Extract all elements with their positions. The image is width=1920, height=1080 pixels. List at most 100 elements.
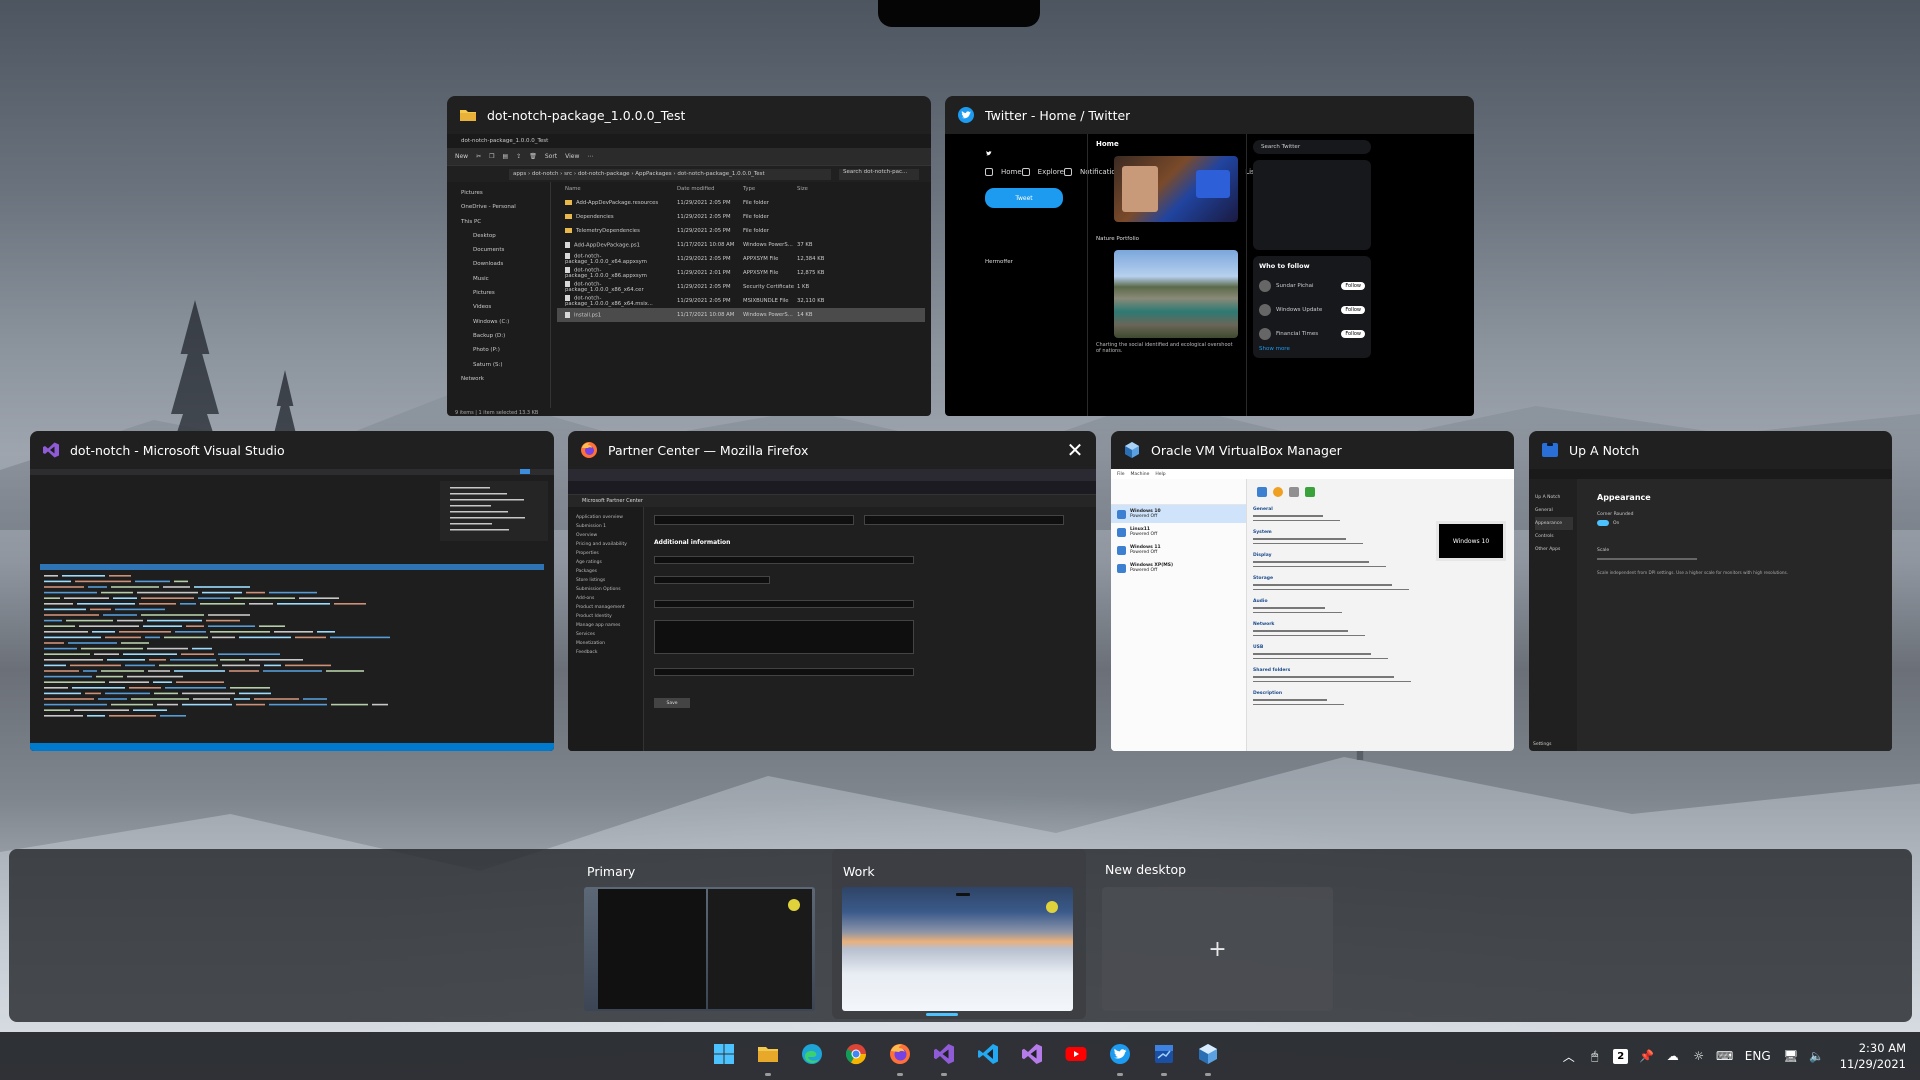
file-name: Dependencies [565, 214, 677, 220]
share-icon: ⇪ [516, 153, 522, 160]
up-a-notch-nav-item: Other Apps [1535, 547, 1561, 552]
close-window-button[interactable]: ✕ [1062, 437, 1088, 463]
window-visual-studio[interactable]: dot-notch - Microsoft Visual Studio [30, 431, 554, 751]
window-header[interactable]: dot-notch-package_1.0.0.0_Test [447, 96, 931, 134]
notification-badge-icon[interactable]: 2 [1608, 1043, 1634, 1069]
section-title: Audio [1253, 599, 1268, 604]
running-indicator [765, 1073, 771, 1076]
visual-studio-preview-taskbar-button[interactable] [1010, 1034, 1054, 1078]
column-header: Date modified [677, 186, 715, 192]
window-twitter[interactable]: Twitter - Home / Twitter Home Explore Noti… [945, 96, 1474, 416]
window-header[interactable]: Up A Notch [1529, 431, 1892, 469]
mouse-icon[interactable]: 🖱 [1582, 1043, 1608, 1069]
section-line [1253, 634, 1365, 636]
up-a-notch-icon [1541, 441, 1559, 459]
clock[interactable]: 2:30 AM 11/29/2021 [1840, 1040, 1906, 1072]
chevron-up-icon[interactable]: ︿ [1556, 1043, 1582, 1069]
youtube-taskbar-button[interactable] [1054, 1034, 1098, 1078]
window-preview: dot-notch-package_1.0.0.0_Test New ✂ ❐ ▤… [447, 134, 931, 416]
pin-icon[interactable]: 📌 [1634, 1043, 1660, 1069]
windows-start-taskbar-button[interactable] [702, 1034, 746, 1078]
file-size: 12,384 KB [797, 256, 825, 262]
section-line [1253, 538, 1346, 540]
vscode-icon [976, 1042, 1000, 1070]
desktop-work[interactable]: Work [832, 849, 1086, 1019]
virtualbox-icon [1123, 441, 1141, 459]
visual-studio-preview-icon [1020, 1042, 1044, 1070]
new-desktop[interactable]: New desktop + [1101, 849, 1335, 1019]
language-indicator[interactable]: ENG [1738, 1043, 1778, 1069]
window-header[interactable]: dot-notch - Microsoft Visual Studio [30, 431, 554, 469]
paste-icon: ▤ [502, 153, 509, 160]
virtualbox-taskbar-button[interactable] [1186, 1034, 1230, 1078]
folder-icon [459, 106, 477, 124]
firefox-taskbar-button[interactable] [878, 1034, 922, 1078]
tab-title: dot-notch-package_1.0.0.0_Test [461, 138, 549, 144]
twitter-search: Search Twitter [1253, 140, 1371, 154]
up-a-notch-content: Appearance Corner Rounded On Scale Scale… [1577, 479, 1892, 751]
window-header[interactable]: Oracle VM VirtualBox Manager [1111, 431, 1514, 469]
chrome-taskbar-button[interactable] [834, 1034, 878, 1078]
nav-item: Windows (C:) [473, 318, 510, 325]
section-line [1253, 699, 1327, 701]
section-lines [1253, 561, 1433, 567]
running-indicator [897, 1073, 903, 1076]
partner-nav-item: Packages [576, 569, 597, 574]
partner-nav-item: Monetization [576, 641, 606, 646]
file-name-text: dot-notch-package_1.0.0.0_x64.appxsym [565, 253, 647, 266]
window-virtualbox[interactable]: Oracle VM VirtualBox Manager File Machine… [1111, 431, 1514, 751]
app-installer-taskbar-button[interactable] [1142, 1034, 1186, 1078]
partner-center-header: Microsoft Partner Center [568, 495, 1096, 507]
network-icon[interactable]: 🖥 [1778, 1043, 1804, 1069]
file-row: dot-notch-package_1.0.0.0_x86.appxsym 11/… [557, 266, 925, 280]
section-line [1253, 630, 1348, 632]
twitter-feed: Home Nature Portfolio Charting the socia… [1087, 134, 1247, 416]
partner-nav-item: Manage app names [576, 623, 621, 628]
visual-studio-icon [932, 1042, 956, 1070]
follow-button: Follow [1341, 282, 1365, 290]
twitter-taskbar-button[interactable] [1098, 1034, 1142, 1078]
section-lines [1253, 699, 1433, 705]
vm-state: Powered Off [1130, 514, 1158, 519]
running-indicator [1205, 1073, 1211, 1076]
desktop-primary[interactable]: Primary [583, 849, 817, 1019]
onedrive-cloud-icon[interactable]: ☁ [1660, 1043, 1686, 1069]
window-firefox[interactable]: Partner Center — Mozilla Firefox ✕ Micro… [568, 431, 1096, 751]
twitter-sidebar: Search Twitter Who to follow Sundar Pich… [1253, 140, 1371, 364]
file-name: Add-AppDevPackage.resources [565, 200, 677, 206]
file-explorer-taskbar-button[interactable] [746, 1034, 790, 1078]
partner-nav-item: Add-ons [576, 596, 595, 601]
window-up-a-notch[interactable]: Up A Notch Up A Notch General Appearance Co… [1529, 431, 1892, 751]
file-name: Add-AppDevPackage.ps1 [565, 241, 677, 248]
vm-section: Display [1253, 553, 1433, 567]
nav-item: Photo (P:) [473, 347, 500, 354]
window-file-explorer[interactable]: dot-notch-package_1.0.0.0_Test dot-notch… [447, 96, 931, 416]
window-header[interactable]: Twitter - Home / Twitter [945, 96, 1474, 134]
brightness-icon[interactable]: ☼ [1686, 1043, 1712, 1069]
file-name: dot-notch-package_1.0.0.0_x86_x64.msix..… [565, 294, 677, 307]
save-button: Save [654, 698, 690, 708]
file-type: File folder [743, 200, 769, 206]
visual-studio-taskbar-button[interactable] [922, 1034, 966, 1078]
file-size: 32,110 KB [797, 298, 825, 304]
feed-title: Home [1096, 140, 1119, 148]
section-line [1253, 676, 1394, 678]
edge-taskbar-button[interactable] [790, 1034, 834, 1078]
file-row: Install.ps1 11/17/2021 10:08 AM Windows Po… [557, 308, 925, 322]
desktop-label: Primary [587, 864, 636, 879]
new-desktop-button[interactable]: + [1102, 887, 1333, 1011]
section-line [1253, 515, 1323, 517]
section-lines [1253, 538, 1433, 544]
volume-icon[interactable]: 🔈 [1804, 1043, 1830, 1069]
virtual-desktops-panel: Primary Work New desktop + [9, 849, 1912, 1022]
window-header[interactable]: Partner Center — Mozilla Firefox ✕ [568, 431, 1096, 469]
up-a-notch-nav-item: Controls [1535, 534, 1554, 539]
menu-item: Machine [1130, 471, 1150, 477]
file-type: File folder [743, 214, 769, 220]
file-date: 11/29/2021 2:05 PM [677, 298, 731, 304]
nav-label: Explore [1037, 168, 1064, 176]
vm-text: Windows 11 Powered Off [1130, 545, 1161, 555]
vscode-taskbar-button[interactable] [966, 1034, 1010, 1078]
keyboard-icon[interactable]: ⌨ [1712, 1043, 1738, 1069]
app-installer-icon [1152, 1042, 1176, 1070]
